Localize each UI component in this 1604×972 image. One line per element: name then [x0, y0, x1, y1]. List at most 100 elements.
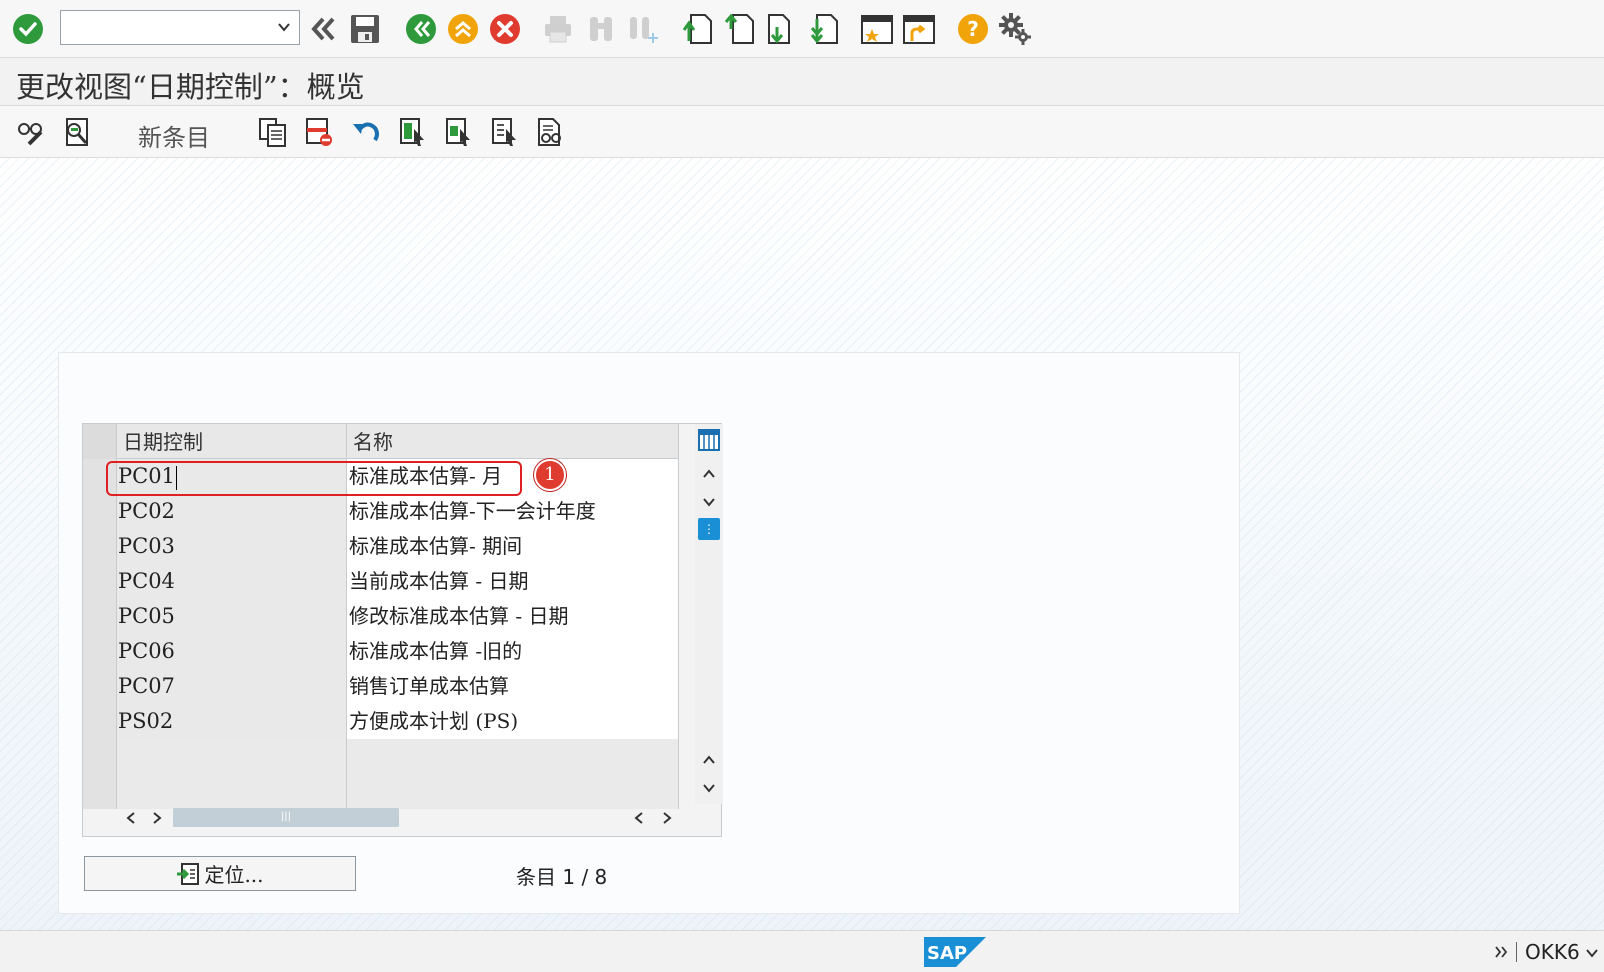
locate-button[interactable]: 定位... — [84, 856, 356, 891]
date-control-cell[interactable]: PS02 — [117, 704, 347, 739]
row-selector[interactable] — [83, 529, 117, 564]
annotation-badge: 1 — [534, 459, 566, 491]
svg-text:?: ? — [967, 17, 979, 41]
table-row[interactable]: PC06 标准成本估算 -旧的 — [83, 634, 679, 669]
annotation-highlight — [106, 461, 522, 496]
empty-table-row[interactable] — [83, 739, 679, 774]
command-input[interactable] — [61, 11, 271, 44]
scroll-left-icon[interactable] — [629, 808, 649, 828]
entry-label: 条目 — [516, 865, 556, 889]
name-cell[interactable]: 销售订单成本估算 — [347, 669, 679, 704]
column-header-date-control[interactable]: 日期控制 — [117, 424, 347, 459]
create-session-icon[interactable] — [860, 12, 894, 46]
row-selector[interactable] — [83, 599, 117, 634]
table-row[interactable]: PC04 当前成本估算 - 日期 — [83, 564, 679, 599]
scroll-left-icon[interactable] — [121, 808, 141, 828]
find-next-icon — [626, 12, 660, 46]
page-down-icon[interactable] — [697, 776, 721, 800]
find-icon — [584, 12, 618, 46]
chevron-down-icon[interactable] — [277, 19, 291, 38]
copy-as-icon[interactable] — [256, 115, 290, 149]
locate-button-label: 定位... — [204, 863, 264, 887]
date-control-cell[interactable]: PC04 — [117, 564, 347, 599]
settings-icon[interactable] — [998, 12, 1032, 46]
date-control-cell[interactable]: PC06 — [117, 634, 347, 669]
date-control-cell[interactable] — [117, 739, 347, 774]
scroll-down-icon[interactable] — [697, 490, 721, 514]
select-block-icon[interactable] — [442, 115, 476, 149]
status-bar: SAP OKK6 — [0, 930, 1604, 972]
system-toolbar: ? — [0, 0, 1604, 58]
date-control-cell[interactable]: PC07 — [117, 669, 347, 704]
help-icon[interactable]: ? — [956, 12, 990, 46]
select-all-cell[interactable] — [83, 424, 117, 459]
print-view-icon[interactable] — [534, 115, 568, 149]
table-body: PC01 标准成本估算- 月 PC02 标准成本估算-下一会计年度 PC03 标… — [83, 459, 679, 809]
scroll-right-icon[interactable] — [657, 808, 677, 828]
row-selector[interactable] — [83, 564, 117, 599]
cancel-icon[interactable] — [488, 12, 522, 46]
entry-value: 1 / 8 — [562, 865, 608, 889]
status-right: OKK6 — [1494, 940, 1598, 964]
back-icon[interactable] — [404, 12, 438, 46]
scroll-right-icon[interactable] — [147, 808, 167, 828]
table-header: 日期控制 名称 — [83, 424, 679, 459]
row-selector[interactable] — [83, 669, 117, 704]
next-page-icon[interactable] — [764, 12, 798, 46]
exit-icon[interactable] — [446, 12, 480, 46]
table-row[interactable]: PC03 标准成本估算- 期间 — [83, 529, 679, 564]
name-cell[interactable]: 当前成本估算 - 日期 — [347, 564, 679, 599]
sap-logo: SAP — [924, 937, 986, 967]
details-icon[interactable] — [60, 115, 94, 149]
table-settings-icon[interactable] — [698, 428, 720, 452]
expand-status-icon[interactable] — [1494, 940, 1508, 964]
sap-logo-text: SAP — [927, 943, 967, 964]
table-row[interactable]: PS02 方便成本计划 (PS) — [83, 704, 679, 739]
status-separator — [1516, 942, 1517, 962]
last-page-icon[interactable] — [806, 12, 840, 46]
application-toolbar: 新条目 — [0, 106, 1604, 158]
back-double-icon[interactable] — [306, 12, 340, 46]
position-icon — [176, 862, 200, 886]
new-entries-button[interactable]: 新条目 — [138, 118, 210, 153]
chevron-down-icon[interactable] — [1585, 940, 1598, 964]
row-selector[interactable] — [83, 704, 117, 739]
column-header-name[interactable]: 名称 — [347, 424, 679, 459]
row-selector[interactable] — [83, 634, 117, 669]
row-selector[interactable] — [83, 774, 117, 809]
table-row[interactable]: PC07 销售订单成本估算 — [83, 669, 679, 704]
date-control-cell[interactable]: PC05 — [117, 599, 347, 634]
first-page-icon[interactable] — [680, 12, 714, 46]
shortcut-icon[interactable] — [902, 12, 936, 46]
deselect-all-icon[interactable] — [488, 115, 522, 149]
date-control-cell[interactable]: PC02 — [117, 494, 347, 529]
command-field[interactable] — [60, 10, 300, 45]
display-change-icon[interactable] — [14, 115, 48, 149]
row-selector[interactable] — [83, 739, 117, 774]
row-selector[interactable] — [83, 494, 117, 529]
title-bar: 更改视图“日期控制”：概览 — [0, 58, 1604, 106]
name-cell[interactable] — [347, 739, 679, 774]
page-title: 更改视图“日期控制”：概览 — [16, 70, 365, 104]
vertical-scroll-thumb[interactable]: ⋮ — [698, 518, 720, 540]
name-cell[interactable]: 标准成本估算 -旧的 — [347, 634, 679, 669]
table-row[interactable]: PC05 修改标准成本估算 - 日期 — [83, 599, 679, 634]
date-control-cell[interactable]: PC03 — [117, 529, 347, 564]
table-row[interactable]: PC02 标准成本估算-下一会计年度 — [83, 494, 679, 529]
enter-icon[interactable] — [11, 12, 45, 46]
vertical-scrollbar[interactable]: ⋮ — [695, 424, 723, 804]
horizontal-scroll-thumb[interactable]: ||| — [173, 808, 399, 827]
previous-page-icon[interactable] — [722, 12, 756, 46]
undo-icon[interactable] — [350, 115, 384, 149]
save-icon[interactable] — [348, 12, 382, 46]
transaction-code: OKK6 — [1525, 940, 1580, 964]
delete-icon[interactable] — [302, 115, 336, 149]
name-cell[interactable]: 标准成本估算- 期间 — [347, 529, 679, 564]
horizontal-scrollbar[interactable]: ||| — [117, 804, 691, 834]
name-cell[interactable]: 标准成本估算-下一会计年度 — [347, 494, 679, 529]
name-cell[interactable]: 方便成本计划 (PS) — [347, 704, 679, 739]
select-all-icon[interactable] — [396, 115, 430, 149]
page-up-icon[interactable] — [697, 748, 721, 772]
scroll-up-icon[interactable] — [697, 462, 721, 486]
name-cell[interactable]: 修改标准成本估算 - 日期 — [347, 599, 679, 634]
